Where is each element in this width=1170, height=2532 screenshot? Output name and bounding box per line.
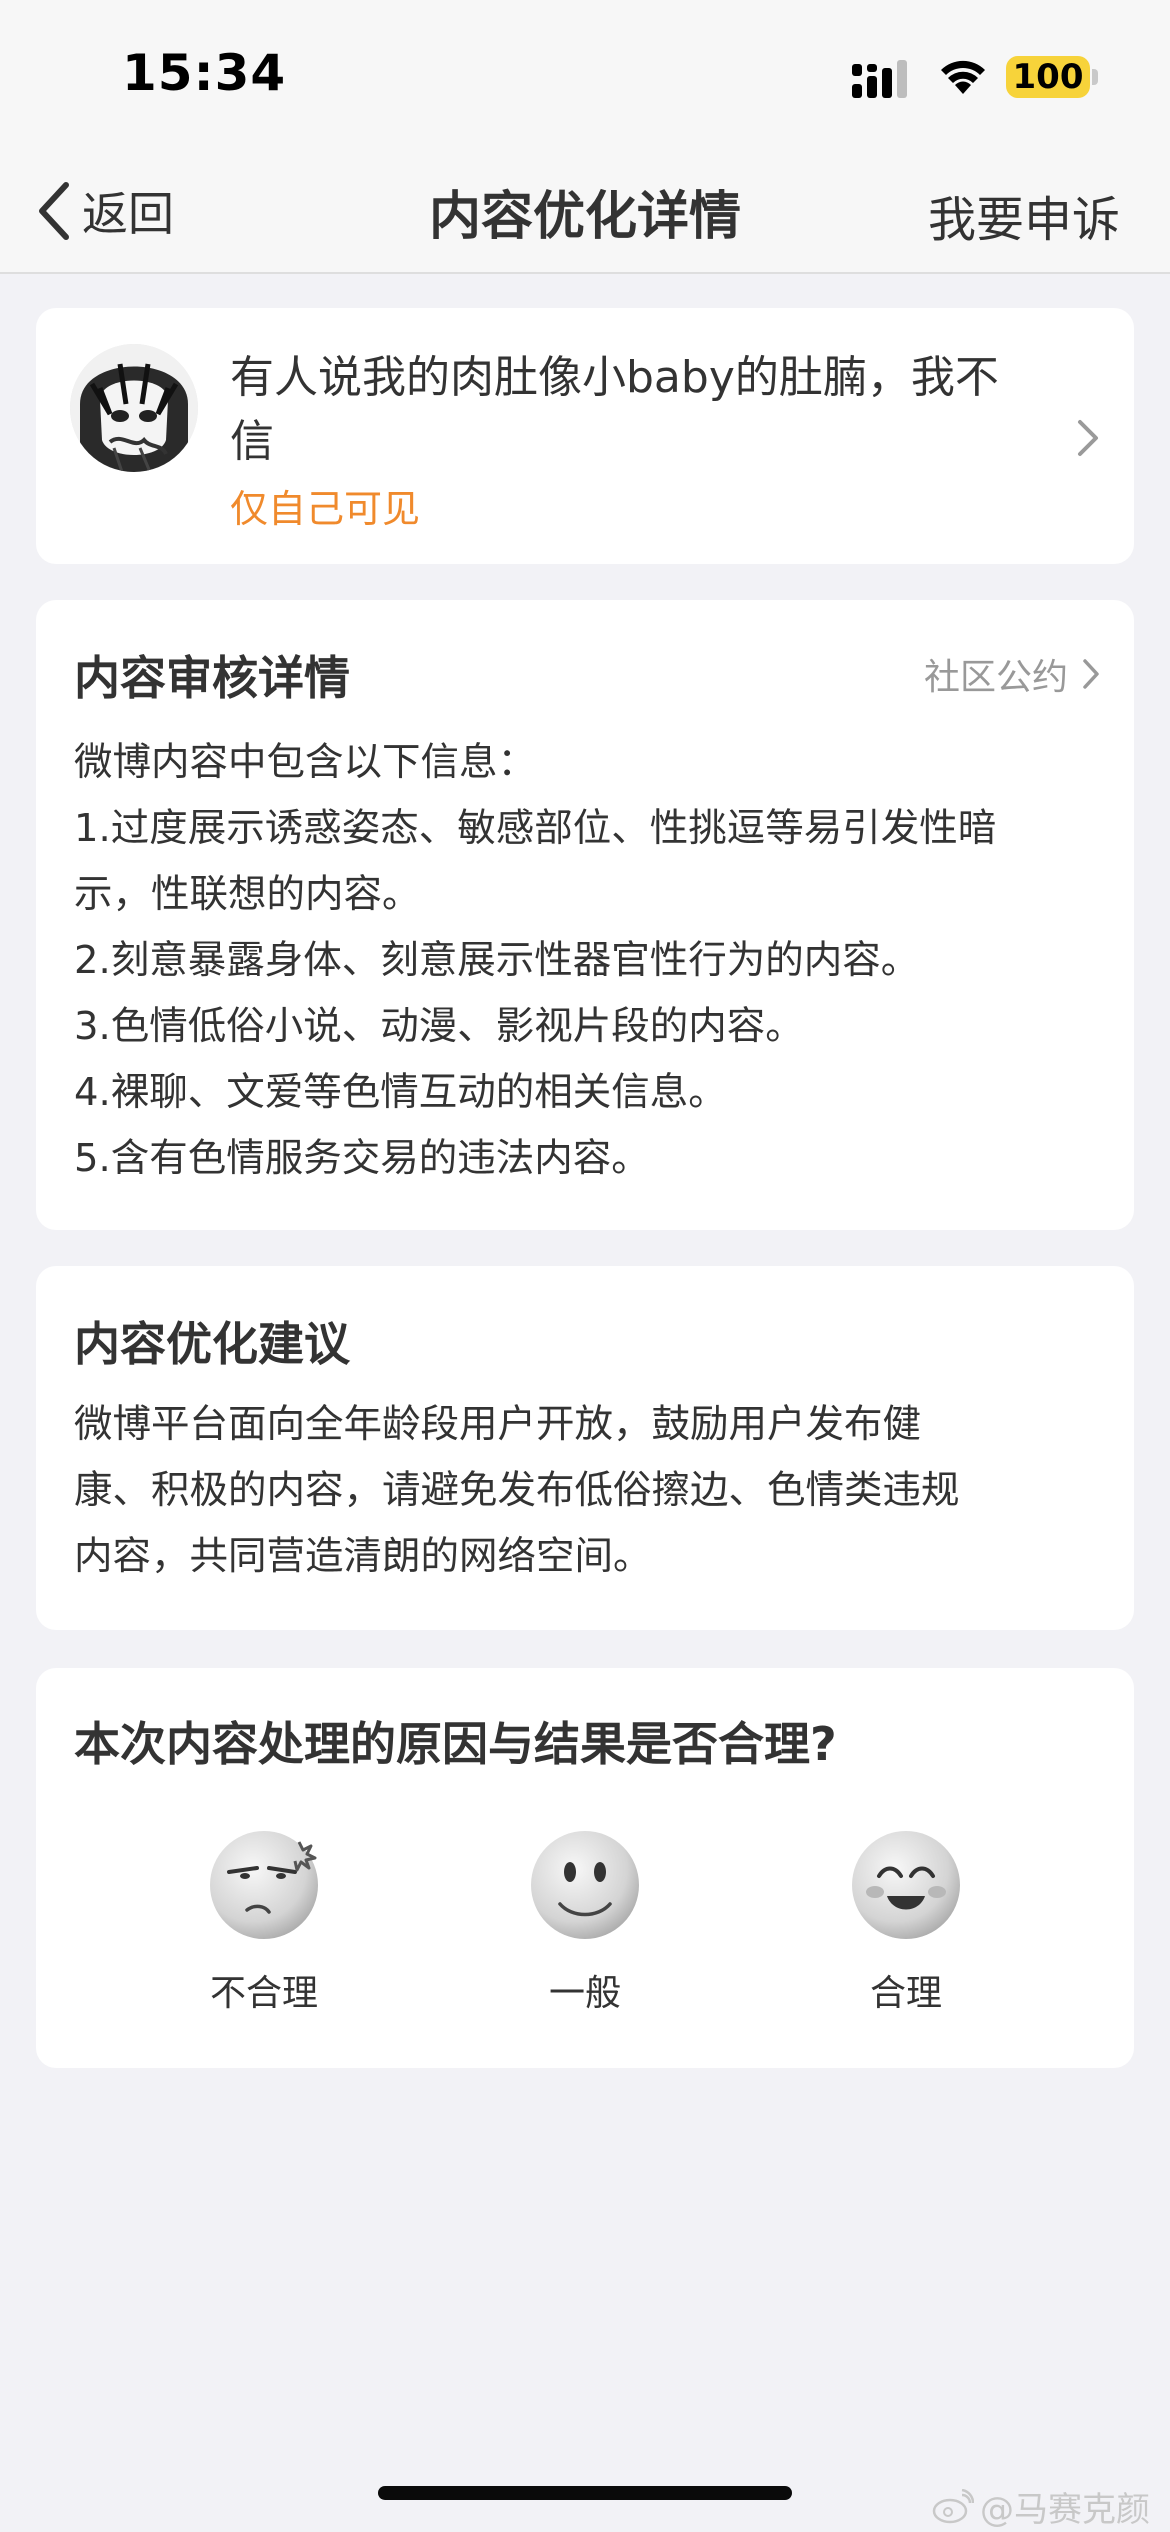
happy-face-icon — [852, 1831, 960, 1939]
post-card[interactable]: 有人说我的肉肚像小baby的肚腩，我不信 仅自己可见 — [36, 308, 1134, 564]
chevron-right-icon — [1078, 420, 1098, 456]
cellular-signal-icon — [852, 60, 907, 98]
visibility-label: 仅自己可见 — [230, 487, 421, 531]
rating-label: 合理 — [869, 1973, 942, 2014]
advice-text: 微博平台面向全年龄段用户开放，鼓励用户发布健 康、积极的内容，请避免发布低俗擦边… — [74, 1392, 1114, 1590]
neutral-face-icon — [531, 1831, 639, 1939]
appeal-button[interactable]: 我要申诉 — [928, 180, 1120, 250]
battery-indicator: 100 — [1006, 56, 1090, 98]
review-title: 内容审核详情 — [74, 651, 350, 705]
community-guidelines-link[interactable]: 社区公约 — [924, 648, 1100, 700]
feedback-card: 本次内容处理的原因与结果是否合理? 不合理 一般 合理 — [36, 1668, 1134, 2068]
battery-nub — [1092, 69, 1098, 85]
watermark-text: @马赛克颜 — [980, 2490, 1150, 2530]
chevron-right-icon — [1083, 659, 1099, 689]
status-time: 15:34 — [122, 44, 287, 102]
optimization-advice-card: 内容优化建议 微博平台面向全年龄段用户开放，鼓励用户发布健 康、积极的内容，请避… — [36, 1266, 1134, 1630]
rating-average-button[interactable]: 一般 — [485, 1828, 685, 2016]
review-line: 5.含有色情服务交易的违法内容。 — [74, 1136, 650, 1181]
chevron-left-icon — [39, 182, 69, 240]
review-line: 3.色情低俗小说、动漫、影视片段的内容。 — [74, 1004, 804, 1049]
avatar — [70, 344, 198, 472]
nav-bar: 返回 内容优化详情 我要申诉 — [0, 150, 1170, 274]
review-line: 微博内容中包含以下信息： — [74, 740, 537, 785]
review-details-card: 内容审核详情 社区公约 微博内容中包含以下信息： 1.过度展示诱惑姿态、敏感部位… — [36, 600, 1134, 1230]
rating-label: 一般 — [548, 1973, 621, 2014]
advice-line: 内容，共同营造清朗的网络空间。 — [74, 1534, 652, 1579]
watermark: @马赛克颜 — [932, 2482, 1150, 2531]
post-text: 有人说我的肉肚像小baby的肚腩，我不信 — [230, 352, 999, 467]
rating-unreasonable-button[interactable]: 不合理 — [164, 1828, 364, 2016]
back-label: 返回 — [82, 187, 174, 241]
weibo-logo-icon — [932, 2488, 974, 2523]
review-text: 微博内容中包含以下信息： 1.过度展示诱惑姿态、敏感部位、性挑逗等易引发性暗 示… — [74, 730, 1114, 1192]
wifi-icon — [941, 60, 985, 94]
status-bar: 15:34 100 — [0, 0, 1170, 150]
avatar-illustration-icon — [70, 344, 198, 472]
community-link-label: 社区公约 — [923, 657, 1068, 698]
rating-label: 不合理 — [209, 1973, 318, 2014]
home-indicator[interactable] — [378, 2486, 792, 2500]
feedback-question: 本次内容处理的原因与结果是否合理? — [74, 1717, 837, 1771]
review-line: 4.裸聊、文爱等色情互动的相关信息。 — [74, 1070, 727, 1115]
advice-line: 微博平台面向全年龄段用户开放，鼓励用户发布健 — [74, 1402, 922, 1447]
review-line: 1.过度展示诱惑姿态、敏感部位、性挑逗等易引发性暗 — [74, 806, 997, 851]
advice-title: 内容优化建议 — [74, 1317, 350, 1371]
rating-reasonable-button[interactable]: 合理 — [806, 1828, 1006, 2016]
review-line: 2.刻意暴露身体、刻意展示性器官性行为的内容。 — [74, 938, 920, 983]
advice-line: 康、积极的内容，请避免发布低俗擦边、色情类违规 — [74, 1468, 960, 1513]
annoyed-face-icon — [210, 1831, 318, 1939]
review-line: 示，性联想的内容。 — [74, 872, 421, 917]
back-button[interactable]: 返回 — [34, 176, 174, 246]
